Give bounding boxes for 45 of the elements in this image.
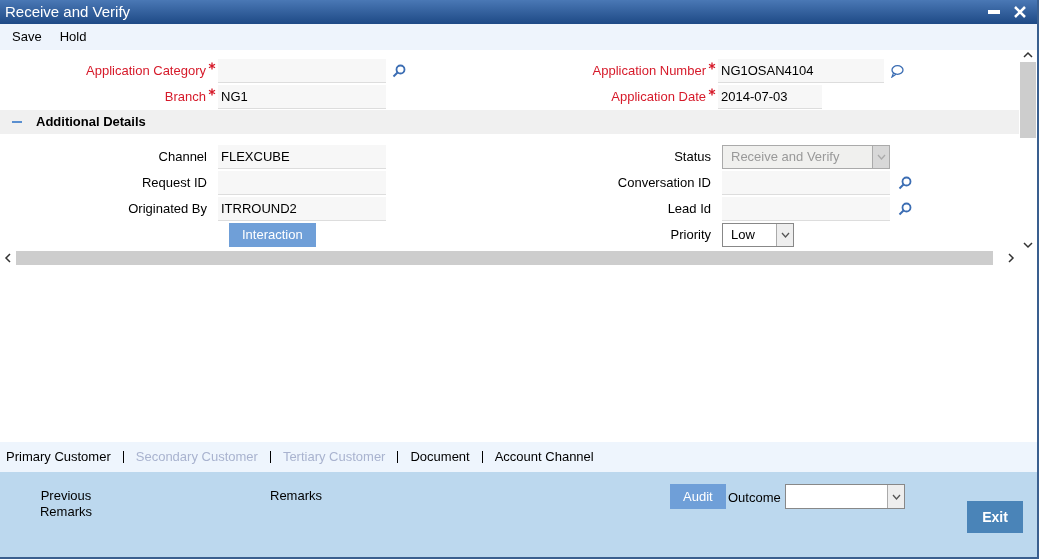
text-field[interactable]: NG1OSAN4104 [718, 59, 884, 83]
field-label: Branch [163, 88, 206, 107]
text-field[interactable]: 2014-07-03 [718, 85, 822, 109]
text-field[interactable] [218, 171, 386, 195]
exit-button[interactable]: Exit [967, 501, 1023, 533]
section-title: Additional Details [36, 113, 146, 132]
section-header[interactable]: Additional Details [0, 110, 1019, 134]
text-field[interactable] [722, 171, 890, 195]
search-icon[interactable] [898, 202, 912, 216]
field-label: Priority [669, 226, 712, 245]
scrollbar-thumb[interactable] [1020, 62, 1036, 138]
field-label: Conversation ID [616, 174, 712, 193]
close-icon[interactable] [1014, 6, 1026, 18]
field-label: Channel [157, 148, 208, 167]
scrollbar-thumb[interactable] [16, 251, 993, 265]
field-label: Application Category [85, 62, 206, 81]
text-field[interactable] [218, 59, 386, 83]
field-label: Application Date [610, 88, 706, 107]
scroll-down-icon[interactable] [1022, 240, 1034, 250]
search-icon[interactable] [898, 176, 912, 190]
dropdown-select[interactable]: Low [722, 223, 794, 247]
menu-item[interactable]: Hold [59, 27, 87, 47]
tab[interactable]: Account Channel [494, 447, 594, 467]
remarks-label: Remarks [270, 488, 322, 504]
field-label: Lead Id [666, 200, 712, 219]
previous-remarks-label: Previous Remarks [39, 488, 93, 520]
field-label: Status [673, 148, 712, 167]
tab[interactable]: Primary Customer [6, 447, 111, 467]
outcome-label: Outcome [728, 489, 781, 507]
outcome-select[interactable] [785, 484, 905, 509]
text-field[interactable]: NG1 [218, 85, 386, 109]
field-label: Application Number [591, 62, 706, 81]
field-label: Request ID [140, 174, 208, 193]
tab[interactable]: Document [410, 447, 470, 467]
search-icon[interactable] [392, 64, 406, 78]
text-field[interactable]: FLEXCUBE [218, 145, 386, 169]
field-label: Originated By [127, 200, 208, 219]
text-field[interactable]: ITRROUND2 [218, 197, 386, 221]
text-field[interactable] [722, 197, 890, 221]
speech-bubble-icon[interactable] [890, 64, 904, 78]
window-title: Receive and Verify [5, 1, 131, 22]
dropdown-caret-icon[interactable] [780, 232, 790, 238]
menu-item[interactable]: Save [12, 27, 42, 47]
dropdown-caret-icon[interactable] [891, 493, 901, 500]
scroll-up-icon[interactable] [1022, 50, 1034, 60]
